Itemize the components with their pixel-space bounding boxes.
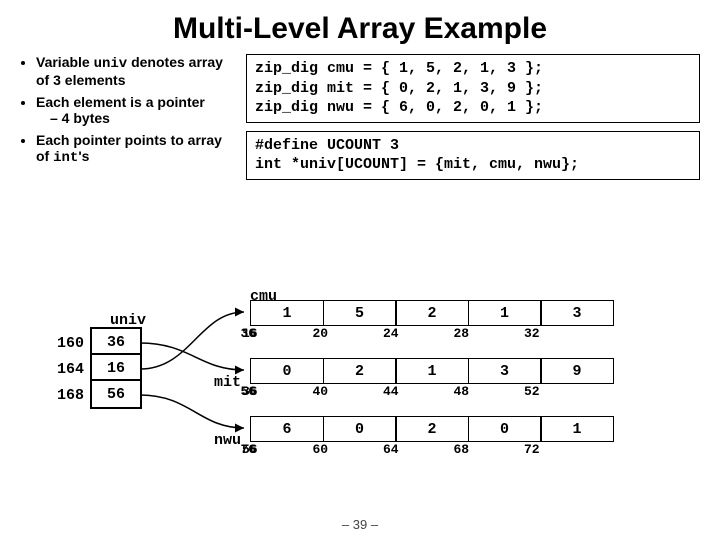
addr-label: 160 xyxy=(40,335,90,352)
top-section: Variable univ denotes array of 3 element… xyxy=(20,54,700,180)
univ-cell: 56 xyxy=(90,379,142,409)
array-cell: 6 xyxy=(250,416,324,442)
array-cell: 3 xyxy=(468,358,542,384)
array-cell: 0 xyxy=(468,416,542,442)
addr-tick: 72 xyxy=(524,442,596,457)
array-cell: 1 xyxy=(468,300,542,326)
table-row: 168 56 xyxy=(40,382,142,408)
bullet-list: Variable univ denotes array of 3 element… xyxy=(20,54,230,180)
addr-tick: 56 xyxy=(241,384,313,399)
univ-table: 160 36 164 16 168 56 xyxy=(40,330,142,408)
addr-tick: 44 xyxy=(383,384,455,399)
addr-tick: 20 xyxy=(313,326,385,341)
array-cell: 9 xyxy=(540,358,614,384)
array-nwu: nwu 6 0 2 0 1 56 60 64 68 72 76 xyxy=(250,416,614,457)
addr-tick: 28 xyxy=(454,326,526,341)
nwu-label: nwu xyxy=(214,432,241,449)
addr-tick: 36 xyxy=(241,326,313,341)
page-number: – 39 – xyxy=(0,517,720,532)
array-cmu: cmu 1 5 2 1 3 16 20 24 28 32 36 xyxy=(250,300,614,341)
addr-label: 164 xyxy=(40,361,90,378)
bullet-3: Each pointer points to array of int's xyxy=(36,132,230,166)
array-cell: 2 xyxy=(395,416,469,442)
bullet-1: Variable univ denotes array of 3 element… xyxy=(36,54,230,88)
array-cell: 0 xyxy=(250,358,324,384)
addr-tick: 24 xyxy=(383,326,455,341)
code-zipdig: zip_dig cmu = { 1, 5, 2, 1, 3 }; zip_dig… xyxy=(246,54,700,123)
addr-tick: 68 xyxy=(454,442,526,457)
code-blocks: zip_dig cmu = { 1, 5, 2, 1, 3 }; zip_dig… xyxy=(246,54,700,180)
array-cell: 2 xyxy=(395,300,469,326)
array-cell: 1 xyxy=(540,416,614,442)
addr-tick: 32 xyxy=(524,326,596,341)
array-cell: 5 xyxy=(323,300,397,326)
array-cell: 3 xyxy=(540,300,614,326)
array-cell: 2 xyxy=(323,358,397,384)
bullet-2-sub: – 4 bytes xyxy=(50,110,230,126)
array-cell: 1 xyxy=(395,358,469,384)
array-mit: mit 0 2 1 3 9 36 40 44 48 52 56 xyxy=(250,358,614,399)
mit-label: mit xyxy=(214,374,241,391)
addr-tick: 48 xyxy=(454,384,526,399)
addr-tick: 64 xyxy=(383,442,455,457)
page-title: Multi-Level Array Example xyxy=(20,12,700,46)
bullet-2: Each element is a pointer – 4 bytes xyxy=(36,94,230,126)
addr-tick: 60 xyxy=(313,442,385,457)
code-univ: #define UCOUNT 3 int *univ[UCOUNT] = {mi… xyxy=(246,131,700,180)
array-cell: 0 xyxy=(323,416,397,442)
addr-tick: 76 xyxy=(241,442,313,457)
addr-tick: 40 xyxy=(313,384,385,399)
array-cell: 1 xyxy=(250,300,324,326)
addr-label: 168 xyxy=(40,387,90,404)
addr-tick: 52 xyxy=(524,384,596,399)
